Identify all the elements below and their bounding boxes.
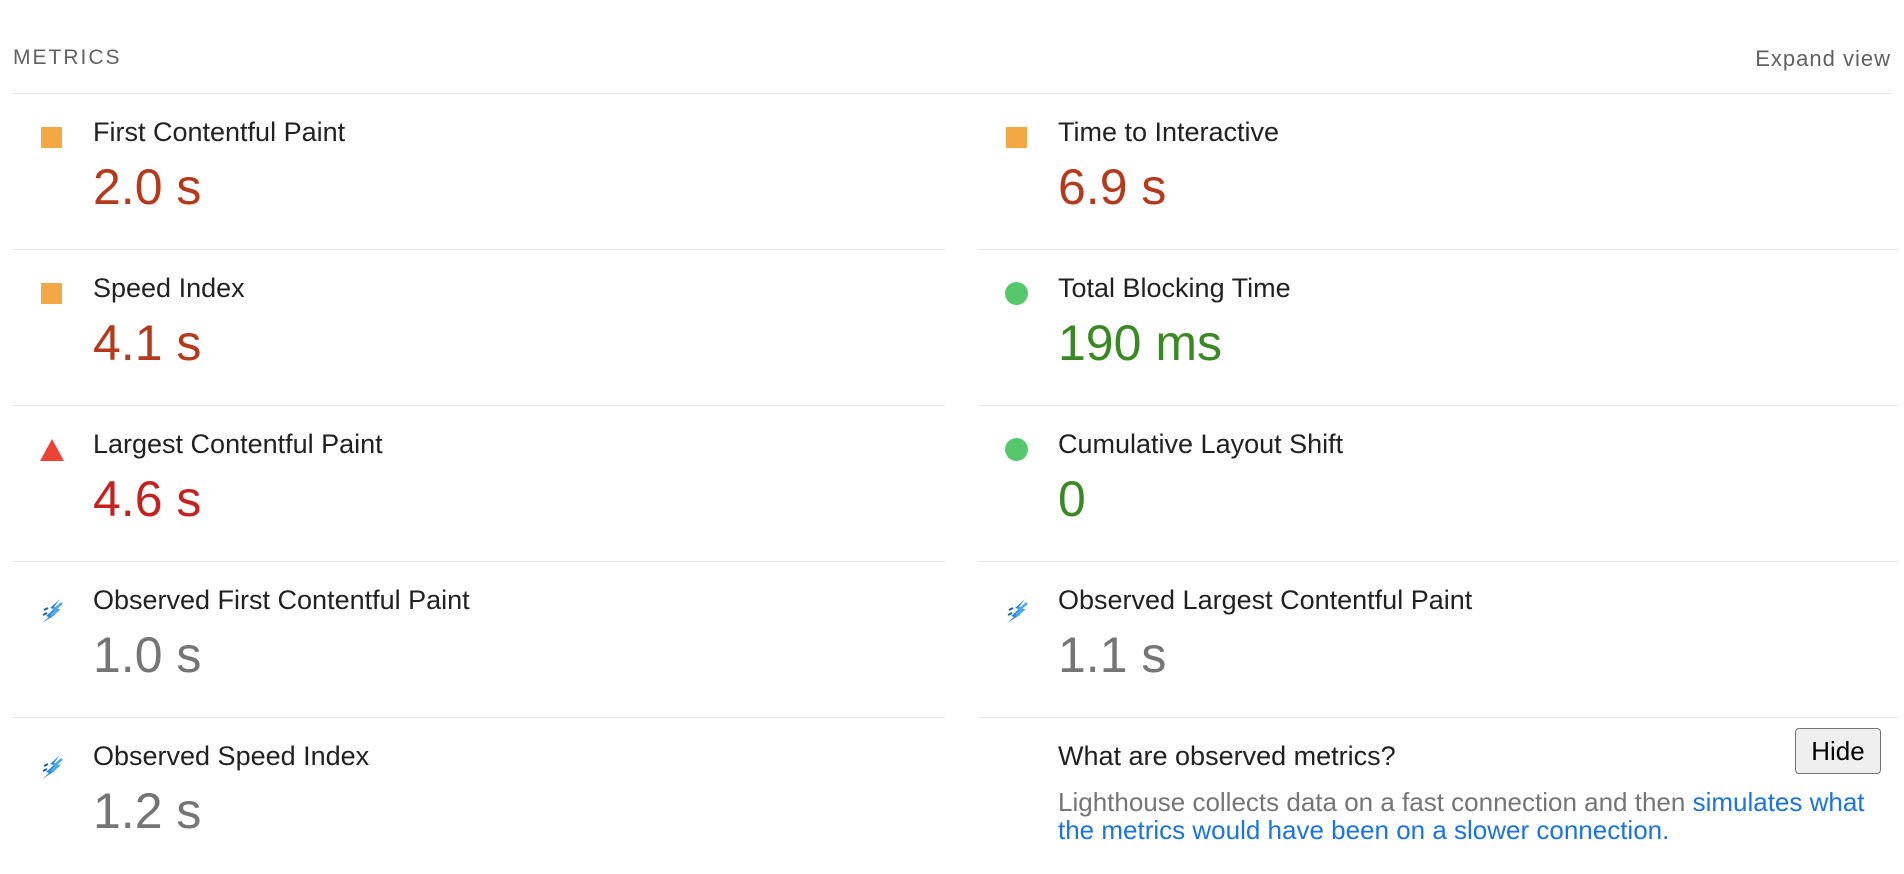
- metric-label: Total Blocking Time: [1058, 273, 1291, 303]
- metrics-column-left: First Contentful Paint 2.0 s Speed Index…: [13, 94, 945, 874]
- orange-square-icon: [40, 282, 62, 304]
- metric-label: Largest Contentful Paint: [93, 429, 383, 459]
- green-circle-icon: [1005, 282, 1028, 305]
- metric-speed-index: Speed Index 4.1 s: [13, 250, 945, 406]
- metric-total-blocking-time: Total Blocking Time 190 ms: [978, 250, 1898, 406]
- metric-label: Observed Speed Index: [93, 741, 370, 771]
- green-circle-icon: [1005, 438, 1028, 461]
- metric-observed-first-contentful-paint: Observed First Contentful Paint 1.0 s: [13, 562, 945, 718]
- lightning-icon: [40, 594, 63, 623]
- metric-time-to-interactive: Time to Interactive 6.9 s: [978, 94, 1898, 250]
- metric-value: 1.2 s: [93, 783, 202, 839]
- metric-value: 1.1 s: [1058, 627, 1167, 683]
- metric-value: 6.9 s: [1058, 159, 1167, 215]
- metric-label: Observed Largest Contentful Paint: [1058, 585, 1473, 615]
- orange-square-icon: [1005, 126, 1027, 148]
- description-text: Lighthouse collects data on a fast conne…: [1058, 787, 1693, 817]
- metric-observed-largest-contentful-paint: Observed Largest Contentful Paint 1.1 s: [978, 562, 1898, 718]
- metric-label: First Contentful Paint: [93, 117, 346, 147]
- metric-label: Time to Interactive: [1058, 117, 1280, 147]
- metric-value: 0: [1058, 471, 1086, 527]
- observed-metrics-description: Lighthouse collects data on a fast conne…: [1058, 788, 1878, 844]
- observed-metrics-info: What are observed metrics? Hide Lighthou…: [978, 718, 1898, 874]
- metric-value: 190 ms: [1058, 315, 1222, 371]
- observed-metrics-question: What are observed metrics?: [1058, 741, 1396, 771]
- metric-value: 1.0 s: [93, 627, 202, 683]
- lightning-icon: [40, 750, 63, 779]
- metric-label: Observed First Contentful Paint: [93, 585, 470, 615]
- orange-square-icon: [40, 126, 62, 148]
- metric-value: 4.6 s: [93, 471, 202, 527]
- metrics-column-right: Time to Interactive 6.9 s Total Blocking…: [978, 94, 1898, 874]
- metric-label: Cumulative Layout Shift: [1058, 429, 1344, 459]
- expand-view-button[interactable]: Expand view: [1755, 46, 1891, 72]
- metrics-title: METRICS: [13, 46, 122, 69]
- metric-observed-speed-index: Observed Speed Index 1.2 s: [13, 718, 945, 874]
- metrics-header: METRICS Expand view: [13, 0, 1891, 94]
- metric-value: 2.0 s: [93, 159, 202, 215]
- red-triangle-icon: [40, 438, 64, 461]
- metric-first-contentful-paint: First Contentful Paint 2.0 s: [13, 94, 945, 250]
- lightning-icon: [1005, 594, 1028, 623]
- metric-label: Speed Index: [93, 273, 245, 303]
- metric-value: 4.1 s: [93, 315, 202, 371]
- hide-button[interactable]: Hide: [1795, 728, 1881, 774]
- metric-largest-contentful-paint: Largest Contentful Paint 4.6 s: [13, 406, 945, 562]
- metric-cumulative-layout-shift: Cumulative Layout Shift 0: [978, 406, 1898, 562]
